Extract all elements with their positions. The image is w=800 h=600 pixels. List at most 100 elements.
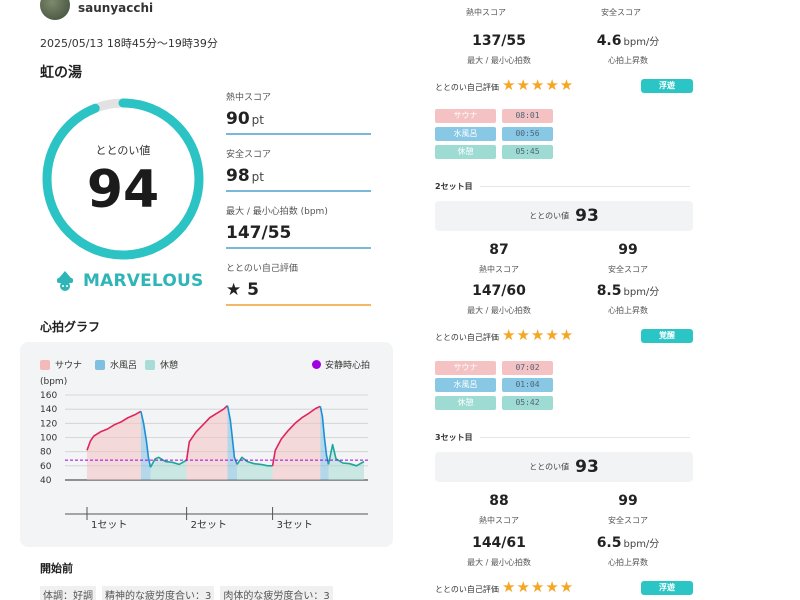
set3-mood-badge: 浮遊: [641, 581, 693, 595]
stat-underline: [226, 190, 371, 192]
cell-caption: 最大 / 最小心拍数: [467, 56, 531, 65]
stat-unit: pt: [251, 170, 264, 184]
before-title: 開始前: [40, 562, 73, 575]
cell-caption: 心拍上昇数: [608, 306, 648, 315]
stat-heart-rate: 最大 / 最小心拍数 (bpm) 147/55: [226, 204, 371, 249]
cell-unit: bpm/分: [623, 287, 660, 298]
set1-star-rating: ★★★★★: [502, 76, 575, 94]
stat-label: 熱中スコア: [226, 93, 272, 103]
score-value: 94: [86, 160, 160, 220]
cell-caption: 熱中スコア: [479, 516, 519, 525]
set3-score-label: ととのい値: [529, 462, 570, 472]
stat-underline: [226, 247, 371, 249]
phase-fill-2: [150, 457, 187, 480]
set1-heat-score: 93 熱中スコア: [426, 0, 546, 18]
y-tick-label: 60: [40, 462, 52, 472]
set2-rest-chip: 休憩: [435, 396, 496, 410]
set1-sauna-chip: サウナ: [435, 109, 496, 123]
time-value: 07:02: [515, 363, 540, 372]
stat-value: 147/55: [226, 223, 292, 243]
set1-bath-chip: 水風呂: [435, 127, 496, 141]
rank-text: MARVELOUS: [83, 271, 204, 291]
y-tick-label: 100: [40, 434, 57, 444]
cell-caption: 最大 / 最小心拍数: [467, 306, 531, 315]
set2-star-rating: ★★★★★: [502, 326, 575, 344]
set2-bath-chip: 水風呂: [435, 378, 496, 392]
set2-sauna-time: 07:02: [502, 361, 553, 375]
stat-label: 安全スコア: [226, 150, 272, 160]
cell-caption: 安全スコア: [608, 516, 648, 525]
cell-caption: 安全スコア: [608, 265, 648, 274]
stat-unit: pt: [251, 113, 264, 127]
set2-mood-badge: 覚醒: [641, 329, 693, 343]
set1-bath-time: 00:56: [502, 127, 553, 141]
set2-sauna-chip: サウナ: [435, 361, 496, 375]
avatar[interactable]: [40, 0, 70, 20]
set2-heat-score: 87 熱中スコア: [439, 242, 559, 275]
x-axis-label: 2セット: [191, 519, 227, 531]
y-tick-label: 160: [40, 391, 57, 401]
set1-hr-rise: 4.6 bpm/分 心拍上昇数: [568, 33, 688, 66]
set3-heat-score: 88 熱中スコア: [439, 493, 559, 526]
y-tick-label: 80: [40, 448, 52, 458]
time-value: 05:42: [515, 398, 540, 407]
cell-caption: 最大 / 最小心拍数: [467, 558, 531, 567]
tag-condition: 体調：好調: [40, 586, 96, 600]
cell-value: 87: [489, 242, 509, 258]
set2-score-box: ととのい値 93: [435, 201, 693, 231]
set3-eval-label: ととのい自己評価: [435, 585, 499, 594]
x-axis-label: 1セット: [91, 519, 127, 531]
tag-physical-fatigue: 肉体的な疲労度合い：3: [220, 586, 333, 600]
graph-title: 心拍グラフ: [40, 320, 101, 334]
cell-caption: 心拍上昇数: [608, 56, 648, 65]
stat-heat-score: 熱中スコア 90 pt: [226, 90, 371, 135]
stat-value: 90: [226, 109, 250, 129]
heart-rate-graph-card: サウナ 水風呂 休憩 安静時心拍 (bpm) 160 140 120 100 80 60 4…: [20, 342, 393, 547]
cell-value: 147/60: [472, 283, 526, 299]
heart-rate-chart: (bpm) 160 140 120 100 80 60 40 1セット 2セット 3セット: [40, 377, 368, 531]
username[interactable]: saunyacchi: [78, 1, 153, 15]
phase-fill-5: [237, 457, 273, 480]
set2-safety-score: 99 安全スコア: [568, 242, 688, 275]
stat-label: ととのい自己評価: [226, 264, 298, 274]
time-value: 00:56: [515, 129, 540, 138]
set3-hr-rise: 6.5 bpm/分 心拍上昇数: [568, 535, 688, 568]
cell-value: 96: [561, 0, 681, 4]
cell-value: 8.5: [596, 283, 622, 299]
time-value: 05:45: [515, 147, 540, 156]
stat-value: 98: [226, 166, 250, 186]
cell-value: 99: [618, 242, 638, 258]
totonoi-score-ring: ととのい値 94: [40, 96, 206, 262]
cell-unit: bpm/分: [623, 539, 660, 550]
set2-score-value: 93: [575, 206, 599, 226]
tag-mental-fatigue: 精神的な疲労度合い：3: [102, 586, 215, 600]
stat-self-evaluation: ととのい自己評価 ★ 5: [226, 261, 371, 306]
cell-value: 93: [426, 0, 546, 4]
set3-title: 3セット目: [435, 433, 473, 442]
x-axis-label: 3セット: [277, 519, 313, 531]
y-tick-label: 120: [40, 419, 57, 429]
cell-value: 4.6: [596, 33, 622, 49]
set3-heart-rate: 144/61 最大 / 最小心拍数: [439, 535, 559, 568]
set2-divider: [480, 186, 690, 187]
place-name: 虹の湯: [40, 65, 82, 81]
cell-value: 137/55: [472, 33, 526, 49]
set1-eval-label: ととのい自己評価: [435, 83, 499, 92]
set3-score-box: ととのい値 93: [435, 452, 693, 482]
set2-title: 2セット目: [435, 182, 473, 191]
stat-underline: [226, 304, 371, 306]
time-value: 01:04: [515, 380, 540, 389]
set3-star-rating: ★★★★★: [502, 578, 575, 596]
cell-value: 6.5: [596, 535, 622, 551]
cell-caption: 熱中スコア: [466, 8, 506, 17]
chart-x-axis: 1セット 2セット 3セット: [65, 507, 368, 531]
set1-heart-rate: 137/55 最大 / 最小心拍数: [439, 33, 559, 66]
cell-unit: bpm/分: [623, 37, 660, 48]
set1-mood-badge: 浮遊: [641, 79, 693, 93]
phase-fill-0: [87, 411, 141, 480]
stat-safety-score: 安全スコア 98 pt: [226, 147, 371, 192]
sauna-hat-icon: [57, 271, 73, 291]
y-tick-label: 40: [40, 476, 52, 486]
stat-label: 最大 / 最小心拍数 (bpm): [226, 207, 328, 217]
set2-hr-rise: 8.5 bpm/分 心拍上昇数: [568, 283, 688, 316]
